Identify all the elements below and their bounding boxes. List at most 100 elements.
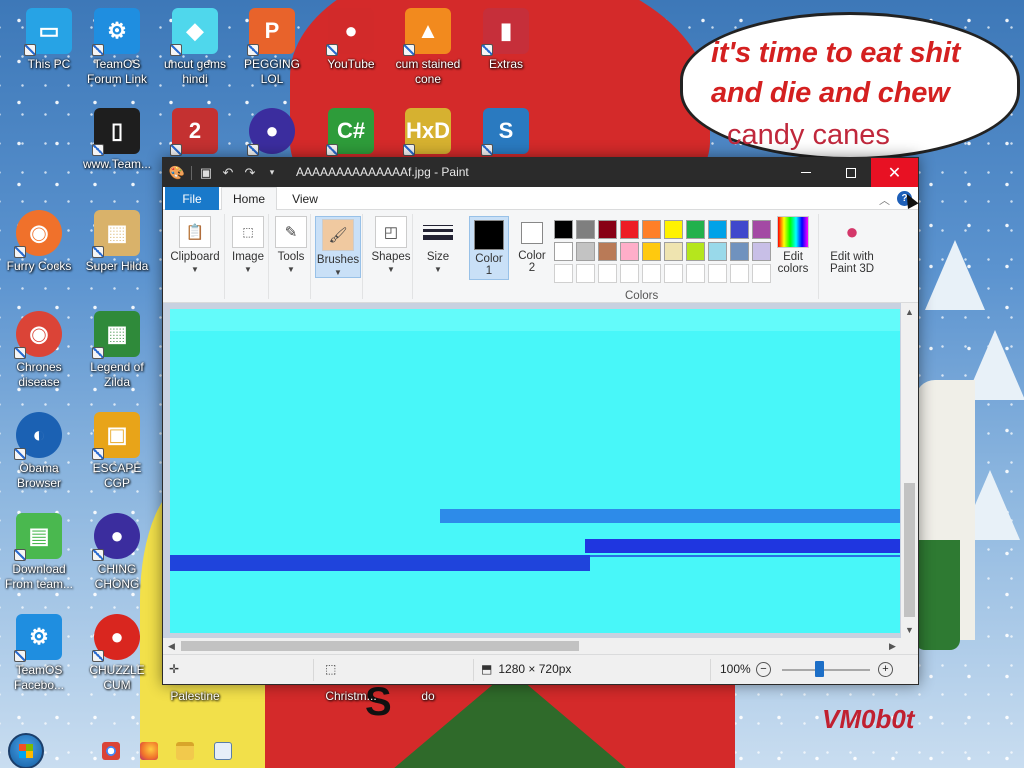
palette-swatch[interactable] [752, 220, 771, 239]
zoom-slider-thumb[interactable] [815, 661, 824, 677]
palette-swatch[interactable] [686, 242, 705, 261]
horizontal-scrollbar[interactable]: ◀ ▶ [163, 638, 901, 654]
zoom-out-button[interactable]: − [756, 662, 771, 677]
palette-swatch[interactable] [620, 220, 639, 239]
paint-taskbar-icon[interactable] [214, 742, 232, 760]
custom-color-slot[interactable] [686, 264, 705, 283]
firefox-taskbar-icon[interactable] [140, 742, 158, 760]
desktop-shortcut[interactable]: ◉ Chrones disease [0, 311, 78, 390]
custom-color-slot[interactable] [664, 264, 683, 283]
start-button[interactable] [8, 733, 44, 768]
palette-swatch[interactable] [708, 242, 727, 261]
palette-swatch[interactable] [598, 220, 617, 239]
undo-icon[interactable]: ↶ [220, 165, 236, 181]
desktop-shortcut[interactable]: ◆ uncut gems hindi [156, 8, 234, 87]
custom-color-slot[interactable] [708, 264, 727, 283]
desktop-shortcut[interactable]: ◉ Furry Cocks [0, 210, 78, 274]
desktop-shortcut[interactable]: ● CHING CHONG [78, 513, 156, 592]
palette-swatch[interactable] [620, 242, 639, 261]
desktop-shortcut[interactable]: 2 [156, 108, 234, 157]
desktop-shortcut[interactable]: ▯ www.Team... [78, 108, 156, 172]
palette-swatch[interactable] [642, 220, 661, 239]
palette-swatch[interactable] [642, 242, 661, 261]
palette-swatch[interactable] [708, 220, 727, 239]
desktop-shortcut[interactable]: ▦ Legend of Zilda [78, 311, 156, 390]
vertical-scrollbar[interactable]: ▲ ▼ [901, 303, 918, 638]
minimize-button[interactable] [783, 158, 828, 187]
clipboard-label: Clipboard [170, 251, 220, 263]
desktop-shortcut[interactable]: ● [233, 108, 311, 157]
scroll-right-icon[interactable]: ▶ [884, 638, 901, 654]
custom-color-slot[interactable] [752, 264, 771, 283]
desktop-shortcut[interactable]: ▤ Download From team... [0, 513, 78, 592]
palette-swatch[interactable] [554, 220, 573, 239]
paint-window[interactable]: 🎨 ▣ ↶ ↷ ▾ AAAAAAAAAAAAAAf.jpg - Paint ✕ … [162, 157, 919, 685]
tab-view[interactable]: View [279, 187, 331, 210]
image-canvas[interactable] [170, 309, 900, 633]
scroll-thumb[interactable] [181, 641, 579, 651]
zoom-in-button[interactable]: + [878, 662, 893, 677]
scroll-down-icon[interactable]: ▼ [901, 621, 918, 638]
desktop-shortcut[interactable]: ⚙ TeamOS Facebo... [0, 614, 78, 693]
title-bar[interactable]: 🎨 ▣ ↶ ↷ ▾ AAAAAAAAAAAAAAf.jpg - Paint ✕ [163, 158, 918, 187]
chrome-taskbar-icon[interactable] [102, 742, 120, 760]
color2-button[interactable]: Color 2 [513, 216, 551, 274]
scroll-left-icon[interactable]: ◀ [163, 638, 180, 654]
desktop-shortcut[interactable]: ▲ cum stained cone [389, 8, 467, 87]
paint-app-icon[interactable]: 🎨 [169, 165, 185, 181]
scroll-thumb[interactable] [904, 483, 915, 617]
image-button[interactable]: ⬚ Image ▼ [229, 216, 267, 274]
color1-button[interactable]: Color 1 [469, 216, 509, 280]
desktop-shortcut[interactable]: S [467, 108, 545, 157]
custom-color-slot[interactable] [620, 264, 639, 283]
custom-color-slot[interactable] [554, 264, 573, 283]
tab-home[interactable]: Home [221, 187, 277, 211]
save-icon[interactable]: ▣ [198, 165, 214, 181]
desktop-shortcut-label: Obama Browser [16, 461, 61, 490]
palette-swatch[interactable] [664, 220, 683, 239]
chevron-down-icon[interactable]: ▾ [264, 165, 280, 181]
desktop-shortcut[interactable]: ● YouTube [312, 8, 390, 72]
canvas-workspace[interactable] [163, 303, 918, 638]
tab-file[interactable]: File [165, 187, 219, 210]
size-button[interactable]: Size ▼ [417, 216, 459, 274]
desktop-shortcut[interactable]: ◐ Obama Browser [0, 412, 78, 491]
custom-color-slot[interactable] [576, 264, 595, 283]
minimize-icon [800, 172, 811, 173]
edit-with-paint3d-button[interactable]: ● Edit with Paint 3D [823, 216, 881, 275]
desktop-shortcut[interactable]: ▣ ESCAPE CGP [78, 412, 156, 491]
palette-swatch[interactable] [664, 242, 683, 261]
desktop-shortcut[interactable]: ⚙ TeamOS Forum Link [78, 8, 156, 87]
palette-swatch[interactable] [730, 242, 749, 261]
file-explorer-icon[interactable] [176, 742, 194, 760]
desktop-shortcut[interactable]: C# [312, 108, 390, 157]
shapes-button[interactable]: ◰ Shapes ▼ [371, 216, 411, 274]
palette-swatch[interactable] [752, 242, 771, 261]
close-button[interactable]: ✕ [871, 158, 918, 187]
palette-swatch[interactable] [686, 220, 705, 239]
custom-color-slot[interactable] [730, 264, 749, 283]
edit-colors-button[interactable]: Edit colors [771, 216, 815, 275]
brushes-label: Brushes [316, 254, 360, 266]
palette-swatch[interactable] [730, 220, 749, 239]
desktop-shortcut[interactable]: ▮ Extras [467, 8, 545, 72]
palette-swatch[interactable] [576, 220, 595, 239]
collapse-ribbon-icon[interactable]: ︿ [879, 192, 890, 208]
desktop-shortcut[interactable]: HxD [389, 108, 467, 157]
custom-color-slot[interactable] [598, 264, 617, 283]
custom-color-slot[interactable] [642, 264, 661, 283]
palette-swatch[interactable] [554, 242, 573, 261]
brushes-button[interactable]: 🖌 Brushes ▼ [315, 216, 361, 278]
desktop-shortcut[interactable]: ▦ Super Hilda [78, 210, 156, 274]
desktop-shortcut[interactable]: ▭ This PC [10, 8, 88, 72]
clipboard-button[interactable]: 📋 Clipboard ▼ [168, 216, 222, 274]
palette-swatch[interactable] [576, 242, 595, 261]
desktop-shortcut[interactable]: P PEGGING LOL [233, 8, 311, 87]
tools-button[interactable]: ✎ Tools ▼ [273, 216, 309, 274]
redo-icon[interactable]: ↷ [242, 165, 258, 181]
scroll-up-icon[interactable]: ▲ [901, 303, 918, 320]
palette-swatch[interactable] [598, 242, 617, 261]
zoom-slider[interactable] [782, 669, 870, 671]
maximize-button[interactable] [828, 158, 873, 187]
desktop-shortcut[interactable]: ● CHUZZLE CUM [78, 614, 156, 693]
